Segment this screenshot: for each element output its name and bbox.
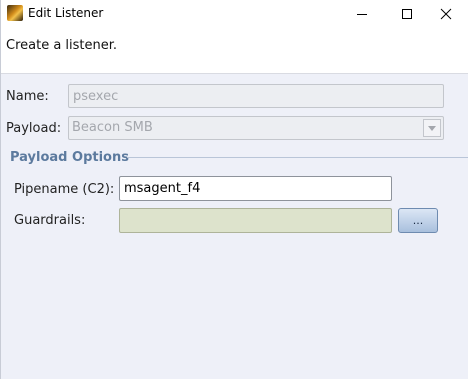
description-panel: Create a listener. (1, 28, 468, 74)
pipename-field[interactable] (119, 176, 392, 201)
app-icon (7, 5, 23, 21)
group-divider (127, 157, 468, 158)
close-icon (440, 8, 452, 20)
guardrails-browse-button[interactable]: ... (398, 208, 438, 233)
window-title: Edit Listener (28, 6, 104, 20)
payload-select[interactable]: Beacon SMB (68, 116, 444, 140)
description-text: Create a listener. (6, 38, 118, 53)
minimize-button[interactable] (339, 0, 385, 28)
minimize-icon (357, 14, 367, 15)
payload-label: Payload: (6, 121, 62, 136)
edit-listener-window: Edit Listener Create a listener. Name: P… (0, 0, 468, 379)
payload-options-title: Payload Options (10, 150, 129, 165)
guardrails-label: Guardrails: (14, 213, 86, 228)
pipename-label: Pipename (C2): (14, 182, 115, 197)
name-field[interactable] (68, 84, 444, 108)
title-bar[interactable]: Edit Listener (1, 0, 468, 28)
maximize-icon (402, 9, 412, 19)
guardrails-field[interactable] (119, 208, 392, 233)
chevron-down-icon (428, 125, 436, 131)
close-button[interactable] (423, 0, 468, 28)
name-label: Name: (6, 89, 49, 104)
payload-select-value: Beacon SMB (72, 120, 153, 135)
payload-dropdown-button[interactable] (423, 119, 441, 137)
